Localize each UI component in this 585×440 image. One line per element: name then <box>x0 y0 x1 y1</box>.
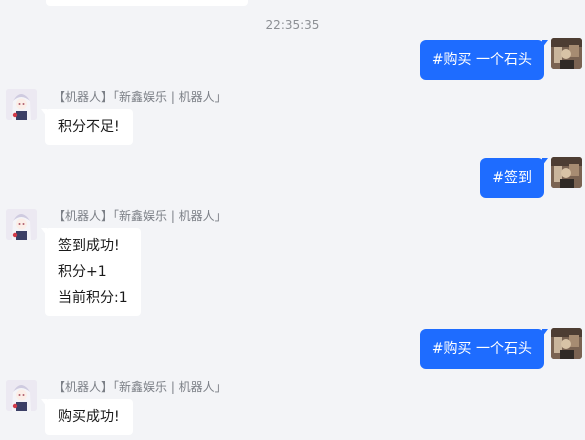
message-text: 当前积分:1 <box>58 290 128 306</box>
message-text: #购买 一个石头 <box>431 341 532 357</box>
user-photo-icon <box>551 157 582 188</box>
user-avatar[interactable] <box>551 328 582 359</box>
outgoing-message-bubble[interactable]: #购买 一个石头 <box>419 40 549 80</box>
bot-character-icon <box>6 380 37 411</box>
previous-message-bubble[interactable] <box>46 0 248 6</box>
sender-name: 【机器人】「新鑫娱乐 | 机器人」 <box>53 209 227 223</box>
message-text: 积分+1 <box>58 264 107 280</box>
bot-character-icon <box>6 89 37 120</box>
user-avatar[interactable] <box>551 157 582 188</box>
incoming-message-bubble[interactable]: 签到成功! 积分+1 当前积分:1 <box>41 228 141 316</box>
user-photo-icon <box>551 38 582 69</box>
bot-avatar[interactable] <box>6 380 37 411</box>
message-timestamp: 22:35:35 <box>265 18 320 32</box>
sender-name: 【机器人】「新鑫娱乐 | 机器人」 <box>53 380 227 394</box>
message-text: 购买成功! <box>58 409 120 425</box>
message-text: #购买 一个石头 <box>431 52 532 68</box>
message-text: #签到 <box>492 170 532 186</box>
outgoing-message-bubble[interactable]: #签到 <box>480 158 548 198</box>
chat-window: 22:35:35 #购买 一个石头 【机器人】「新鑫娱乐 | 机器人」 积分不足… <box>0 0 585 440</box>
message-text: 积分不足! <box>58 119 120 135</box>
user-avatar[interactable] <box>551 38 582 69</box>
user-photo-icon <box>551 328 582 359</box>
sender-name: 【机器人】「新鑫娱乐 | 机器人」 <box>53 90 227 104</box>
bot-avatar[interactable] <box>6 89 37 120</box>
outgoing-message-bubble[interactable]: #购买 一个石头 <box>419 329 549 369</box>
bot-avatar[interactable] <box>6 209 37 240</box>
incoming-message-bubble[interactable]: 积分不足! <box>41 109 133 145</box>
bot-character-icon <box>6 209 37 240</box>
incoming-message-bubble[interactable]: 购买成功! <box>41 399 133 435</box>
message-text: 签到成功! <box>58 238 120 254</box>
